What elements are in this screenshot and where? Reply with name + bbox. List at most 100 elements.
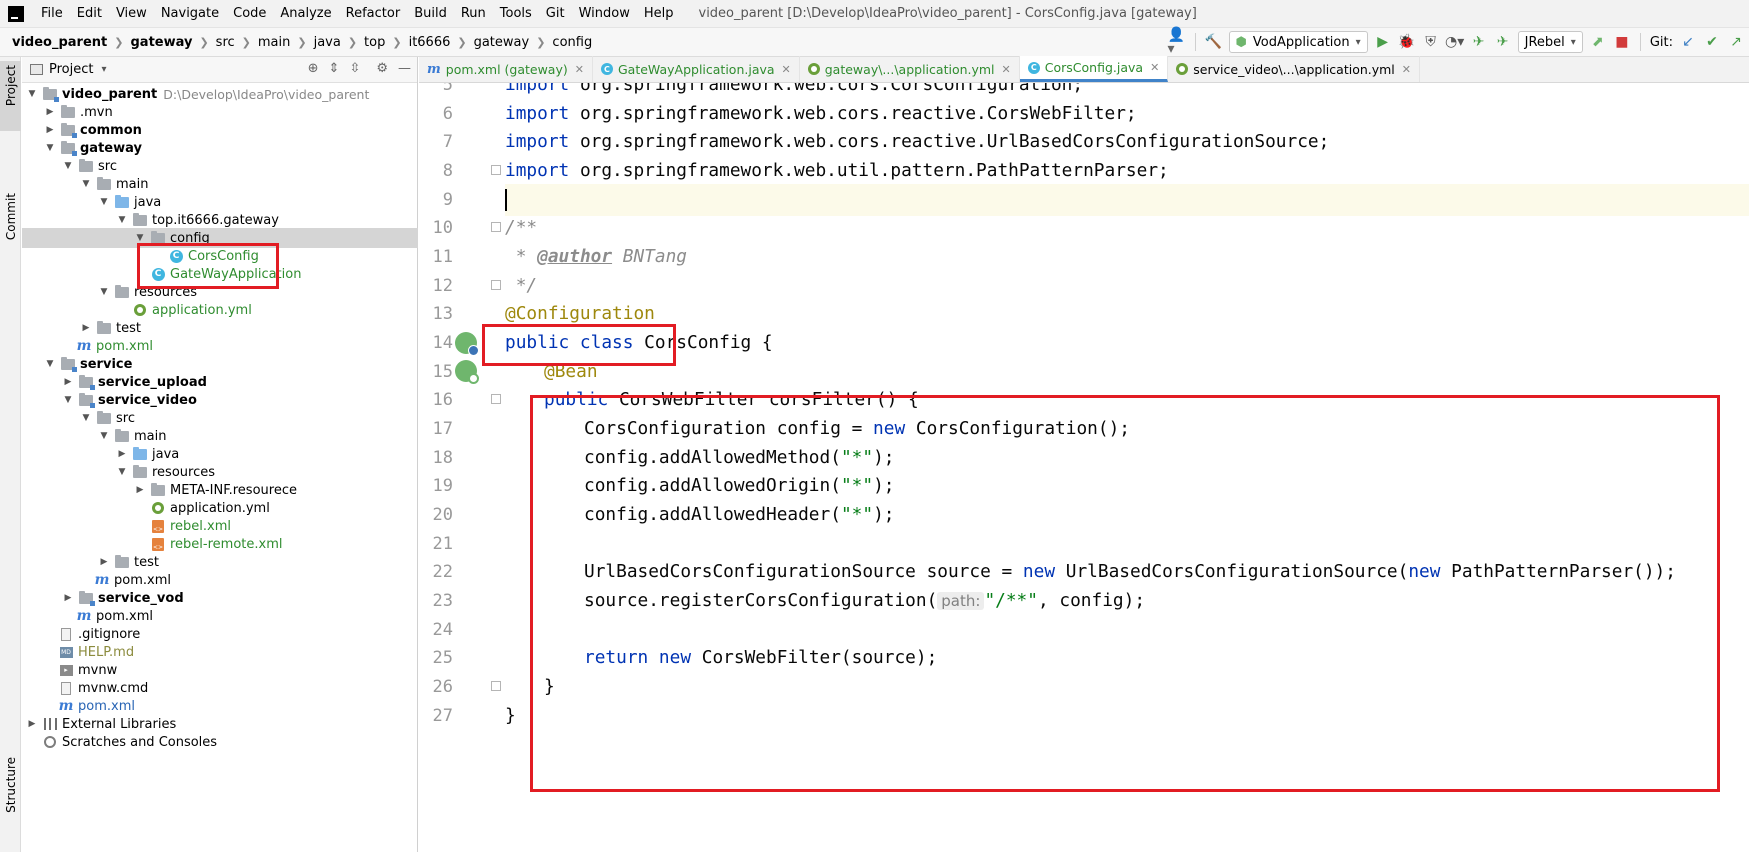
editor-tab[interactable]: gateway\...\application.yml ✕ [800, 56, 1020, 82]
breadcrumb-item[interactable]: config [552, 35, 592, 50]
tree-item-help-md[interactable]: MD HELP.md [22, 642, 418, 662]
editor-tab[interactable]: service_video\...\application.yml ✕ [1168, 56, 1420, 82]
chevron-right-icon[interactable]: ▶ [26, 719, 38, 729]
spring-config-gutter-icon[interactable] [455, 332, 479, 356]
tree-item-gateway[interactable]: ▼ gateway [22, 138, 418, 158]
tree-item-video-parent[interactable]: ▼ video_parent D:\Develop\IdeaPro\video_… [22, 84, 418, 104]
fold-marker-icon[interactable] [491, 280, 501, 290]
chevron-down-icon[interactable]: ▼ [62, 395, 74, 405]
breadcrumb-item[interactable]: video_parent [12, 35, 107, 50]
chevron-down-icon[interactable]: ▼ [44, 143, 56, 153]
debug-icon[interactable]: 🐞 [1398, 33, 1416, 51]
tree-item-config[interactable]: ▼ config [22, 228, 418, 248]
menu-analyze[interactable]: Analyze [273, 6, 338, 21]
tree-item-application-yml[interactable]: application.yml [22, 300, 418, 320]
chevron-down-icon[interactable]: ▾ [101, 64, 106, 75]
chevron-right-icon[interactable]: ▶ [62, 593, 74, 603]
project-tool-tab[interactable]: Project [0, 61, 21, 131]
tree-item-meta-inf[interactable]: ▶ META-INF.resourece [22, 480, 418, 500]
git-commit-icon[interactable]: ✔ [1703, 33, 1721, 51]
tree-item-pom[interactable]: m pom.xml [22, 606, 418, 626]
menu-help[interactable]: Help [637, 6, 681, 21]
editor-tab-active[interactable]: C CorsConfig.java ✕ [1019, 56, 1169, 82]
chevron-down-icon[interactable]: ▼ [80, 413, 92, 423]
tree-item-external-libraries[interactable]: ▶ External Libraries [22, 714, 418, 734]
locate-icon[interactable]: ⊕ [308, 61, 319, 76]
menu-file[interactable]: File [34, 6, 70, 21]
chevron-right-icon[interactable]: ▶ [98, 557, 110, 567]
tree-item-package[interactable]: ▼ top.it6666.gateway [22, 210, 418, 230]
chevron-down-icon[interactable]: ▼ [80, 179, 92, 189]
jrebel-sync-icon[interactable]: ⬈ [1589, 33, 1607, 51]
tree-item-mvnw-cmd[interactable]: mvnw.cmd [22, 678, 418, 698]
tree-item-corsconfig[interactable]: C CorsConfig [22, 246, 418, 266]
tree-item-mvnw[interactable]: ▸ mvnw [22, 660, 418, 680]
fold-marker-icon[interactable] [491, 222, 501, 232]
menu-refactor[interactable]: Refactor [339, 6, 408, 21]
chevron-down-icon[interactable]: ▼ [98, 197, 110, 207]
user-icon[interactable]: 👤▾ [1168, 28, 1186, 56]
chevron-down-icon[interactable]: ▼ [26, 89, 38, 99]
git-update-icon[interactable]: ↙ [1679, 33, 1697, 51]
breadcrumb-item[interactable]: java [314, 35, 341, 50]
chevron-down-icon[interactable]: ▼ [116, 467, 128, 477]
tree-item-main[interactable]: ▼ main [22, 174, 418, 194]
jrebel-run-icon[interactable]: ✈ [1470, 33, 1488, 51]
tree-item-service-vod[interactable]: ▶ service_vod [22, 588, 418, 608]
tree-item-rebel-remote-xml[interactable]: <> rebel-remote.xml [22, 534, 418, 554]
project-panel-title[interactable]: Project [49, 62, 93, 77]
chevron-right-icon[interactable]: ▶ [80, 323, 92, 333]
fold-marker-icon[interactable] [491, 165, 501, 175]
expand-all-icon[interactable]: ⇕ [329, 61, 340, 76]
build-hammer-icon[interactable]: 🔨 [1205, 33, 1223, 51]
minimize-icon[interactable]: — [398, 61, 411, 76]
breadcrumb-item[interactable]: main [258, 35, 290, 50]
run-configuration-select[interactable]: ⬢ VodApplication ▾ [1228, 31, 1368, 53]
menu-window[interactable]: Window [572, 6, 637, 21]
close-icon[interactable]: ✕ [1402, 63, 1411, 76]
jrebel-debug-icon[interactable]: ✈ [1494, 33, 1512, 51]
breadcrumb-item[interactable]: it6666 [409, 35, 451, 50]
stop-icon[interactable]: ■ [1613, 33, 1631, 51]
tree-item-mvn[interactable]: ▶ .mvn [22, 102, 418, 122]
tree-item-pom[interactable]: m pom.xml [22, 696, 418, 716]
tree-item-service-video[interactable]: ▼ service_video [22, 390, 418, 410]
tree-item-resources[interactable]: ▼ resources [22, 462, 418, 482]
tree-item-gitignore[interactable]: .gitignore [22, 624, 418, 644]
breadcrumb-item[interactable]: gateway [130, 35, 192, 50]
git-push-icon[interactable]: ↗ [1727, 33, 1745, 51]
profiler-icon[interactable]: ◔▾ [1445, 33, 1464, 51]
chevron-right-icon[interactable]: ▶ [134, 485, 146, 495]
breadcrumb-item[interactable]: top [364, 35, 385, 50]
fold-marker-icon[interactable] [491, 681, 501, 691]
menu-edit[interactable]: Edit [70, 6, 109, 21]
tree-item-pom[interactable]: m pom.xml [22, 336, 418, 356]
jrebel-select[interactable]: JRebel ▾ [1517, 31, 1583, 53]
tree-item-test[interactable]: ▶ test [22, 552, 418, 572]
tree-item-src[interactable]: ▼ src [22, 156, 418, 176]
tree-item-java[interactable]: ▶ java [22, 444, 418, 464]
editor-tab[interactable]: m pom.xml (gateway) ✕ [419, 56, 593, 82]
tree-item-test[interactable]: ▶ test [22, 318, 418, 338]
close-icon[interactable]: ✕ [1150, 61, 1159, 74]
menu-tools[interactable]: Tools [493, 6, 539, 21]
menu-git[interactable]: Git [539, 6, 572, 21]
structure-tool-tab[interactable]: Structure [0, 757, 21, 813]
close-icon[interactable]: ✕ [1002, 63, 1011, 76]
close-icon[interactable]: ✕ [575, 63, 584, 76]
chevron-down-icon[interactable]: ▼ [98, 431, 110, 441]
tree-item-src[interactable]: ▼ src [22, 408, 418, 428]
tree-item-rebel-xml[interactable]: <> rebel.xml [22, 516, 418, 536]
tree-item-gatewayapplication[interactable]: C GateWayApplication [22, 264, 418, 284]
chevron-down-icon[interactable]: ▼ [62, 161, 74, 171]
breadcrumb-item[interactable]: gateway [474, 35, 530, 50]
chevron-down-icon[interactable]: ▼ [116, 215, 128, 225]
run-icon[interactable]: ▶ [1374, 33, 1392, 51]
menu-view[interactable]: View [109, 6, 154, 21]
close-icon[interactable]: ✕ [782, 63, 791, 76]
breadcrumb-item[interactable]: src [216, 35, 235, 50]
menu-navigate[interactable]: Navigate [154, 6, 226, 21]
code-area[interactable]: import org.springframework.web.cors.Cors… [505, 83, 1749, 852]
tree-item-common[interactable]: ▶ common [22, 120, 418, 140]
tree-item-resources[interactable]: ▼ resources [22, 282, 418, 302]
